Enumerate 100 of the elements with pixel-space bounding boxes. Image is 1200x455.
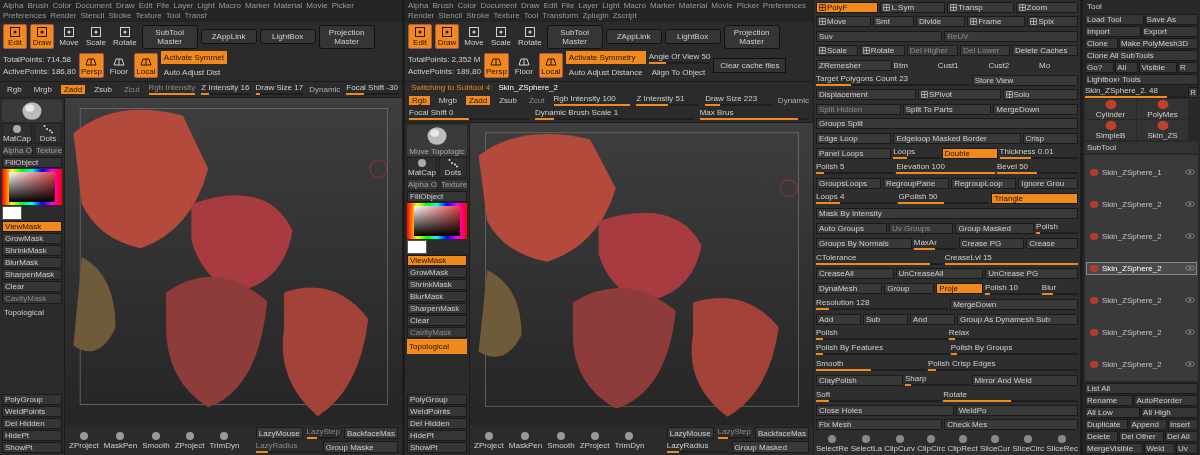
geometry-slider[interactable]: Loops 4 [816, 192, 897, 205]
tool-button[interactable]: Edit [408, 24, 432, 49]
polygroup-button[interactable]: WeldPoints [2, 406, 62, 417]
symmetry-button[interactable]: Auto Adjust Dist [160, 66, 227, 79]
icon-button[interactable]: Zoom [1015, 2, 1078, 13]
geometry-slider[interactable]: Blur [1041, 282, 1078, 295]
tool-button[interactable]: Draw [30, 24, 54, 49]
draw-mode-toggle[interactable]: Mrgb [435, 95, 460, 105]
geometry-button[interactable]: GroupsLoops [816, 177, 881, 189]
subtool-item[interactable]: Skin_ZSphere_2 [1086, 357, 1197, 371]
geometry-button[interactable]: Split To Parts [902, 103, 992, 115]
icon-button[interactable]: Spix [1027, 16, 1079, 28]
subtool-item[interactable]: Skin_ZSphere_2 [1086, 325, 1197, 339]
brush-button[interactable]: SliceCirc [1012, 433, 1045, 453]
subtool-action-button[interactable]: Append [1129, 419, 1167, 430]
mask-button[interactable]: ShrinkMask [2, 245, 62, 256]
tool-button[interactable]: Go? [1085, 62, 1115, 73]
menu-item[interactable]: Light [197, 1, 215, 11]
subtool-item[interactable]: Skin_ZSphere_2 [1086, 197, 1197, 211]
brush-button[interactable]: Smooth [547, 430, 575, 450]
polygroup-button[interactable]: HidePt [407, 430, 467, 441]
symmetry-button[interactable]: Activate Symmetry [565, 51, 646, 64]
stroke-button[interactable]: Dots [439, 157, 467, 178]
icon-button[interactable]: Scale [816, 45, 858, 57]
topological-button[interactable]: Topological [2, 305, 62, 320]
angle-slider[interactable]: Angle Of View 50 [648, 51, 711, 64]
subtool-action-button[interactable]: Duplicate [1085, 419, 1129, 430]
view-button[interactable]: Local [133, 52, 158, 78]
icon-button[interactable]: Solo [1002, 89, 1078, 101]
menu-item[interactable]: File [156, 1, 170, 11]
draw-mode-toggle[interactable]: Rgb [409, 95, 430, 105]
geometry-button[interactable]: Sub [863, 313, 908, 325]
geometry-button[interactable]: Double [941, 147, 998, 159]
brush-slider[interactable]: Z Intensity 51 [636, 94, 700, 106]
mask-button[interactable]: ViewMask [407, 255, 467, 266]
symmetry-button[interactable]: Auto Adjust Distance [565, 66, 646, 79]
menu-button[interactable]: Projection Master [723, 24, 780, 49]
menu-button[interactable]: ZAppLink [605, 29, 662, 44]
subtool-action-button[interactable]: Weld [1144, 443, 1175, 454]
menu-item[interactable]: Zscript [612, 11, 637, 21]
brush-slider[interactable]: Rgb Intensity 100 [553, 94, 631, 106]
menu-item[interactable]: Layer [173, 1, 194, 11]
menu-item[interactable]: Light [602, 1, 620, 11]
view-button[interactable]: Persp [483, 52, 509, 78]
subtool-action-button[interactable]: Del All [1165, 431, 1198, 442]
geometry-button[interactable]: Proje [936, 283, 983, 295]
geometry-slider[interactable]: Target Polygons Count 23 [816, 74, 970, 87]
geometry-button[interactable]: Close Holes [816, 404, 954, 416]
tool-button[interactable]: Visible [1139, 62, 1178, 73]
brush-button[interactable]: TrimDyn [614, 430, 645, 450]
brush-button[interactable]: MaskPen [508, 430, 543, 450]
tool-button[interactable]: All [1115, 62, 1139, 73]
geometry-button[interactable]: Suv [816, 30, 943, 42]
geometry-slider[interactable]: MaxAr [913, 237, 957, 250]
menu-item[interactable]: Stencil [80, 11, 105, 21]
fill-object-button[interactable]: FillObject [2, 157, 62, 168]
brush-button[interactable]: TrimDyn [209, 430, 240, 450]
geometry-button[interactable]: MergeDown [950, 298, 1078, 310]
geometry-button[interactable]: Crisp [1022, 132, 1078, 144]
alpha-button[interactable]: Alpha O [2, 145, 33, 156]
option-slider[interactable]: LazyRadius [666, 441, 728, 453]
menu-item[interactable]: Movie [711, 1, 733, 11]
brush-slider[interactable]: Focal Shift -30 [346, 83, 399, 95]
polygroup-button[interactable]: PolyGroup [2, 394, 62, 405]
menu-item[interactable]: Transform [542, 11, 579, 21]
polygroup-button[interactable]: Del Hidden [407, 418, 467, 429]
mask-button[interactable]: SharpenMask [407, 303, 467, 314]
draw-mode-toggle[interactable]: Zsub [91, 84, 115, 94]
menu-item[interactable]: Marker [649, 1, 675, 11]
tool-button[interactable]: Import [1085, 26, 1141, 37]
tool-thumbnail[interactable]: Skin_ZS [1137, 120, 1188, 140]
texture-button[interactable]: Texture [439, 179, 469, 190]
brush-button[interactable]: ClipCurv [884, 433, 915, 453]
geometry-button[interactable]: Edge Loop [816, 132, 892, 144]
color-picker[interactable] [2, 169, 62, 205]
subtool-action-button[interactable]: Del Other [1119, 431, 1164, 442]
menu-item[interactable]: Stencil [438, 11, 463, 21]
menu-item[interactable]: Preferences [762, 1, 806, 11]
align-button[interactable]: Align To Object [648, 65, 711, 79]
geometry-button[interactable]: Groups Split [816, 118, 1078, 130]
menu-item[interactable]: Draw [115, 1, 135, 11]
geometry-slider[interactable]: Polish Crisp Edges [928, 358, 1078, 371]
geometry-slider[interactable]: Polish 10 [985, 282, 1040, 295]
tool-thumbnail[interactable]: Cylinder [1085, 99, 1136, 119]
fill-object-button[interactable]: FillObject [407, 191, 467, 202]
mask-button[interactable]: Clear [407, 315, 467, 326]
brush-button[interactable]: ZProject [579, 430, 610, 450]
option-button[interactable]: BackfaceMas [754, 427, 809, 439]
brush-slider[interactable]: Z Intensity 16 [201, 83, 250, 95]
tool-thumbnail[interactable]: PolyMes [1137, 99, 1188, 119]
menu-button[interactable]: Projection Master [318, 24, 375, 49]
geometry-slider[interactable]: Loops [893, 147, 940, 160]
geometry-button[interactable]: Panel Loops [816, 147, 892, 159]
menu-item[interactable]: Zplugin [582, 11, 609, 21]
menu-item[interactable]: Texture [135, 11, 162, 21]
tool-button[interactable]: Move [57, 24, 81, 49]
color-swatch[interactable] [407, 240, 427, 254]
menu-item[interactable]: Tool [165, 11, 181, 21]
subtool-item[interactable]: Skin_ZSphere_2 [1086, 229, 1197, 243]
geometry-button[interactable]: Store View [971, 74, 1078, 86]
